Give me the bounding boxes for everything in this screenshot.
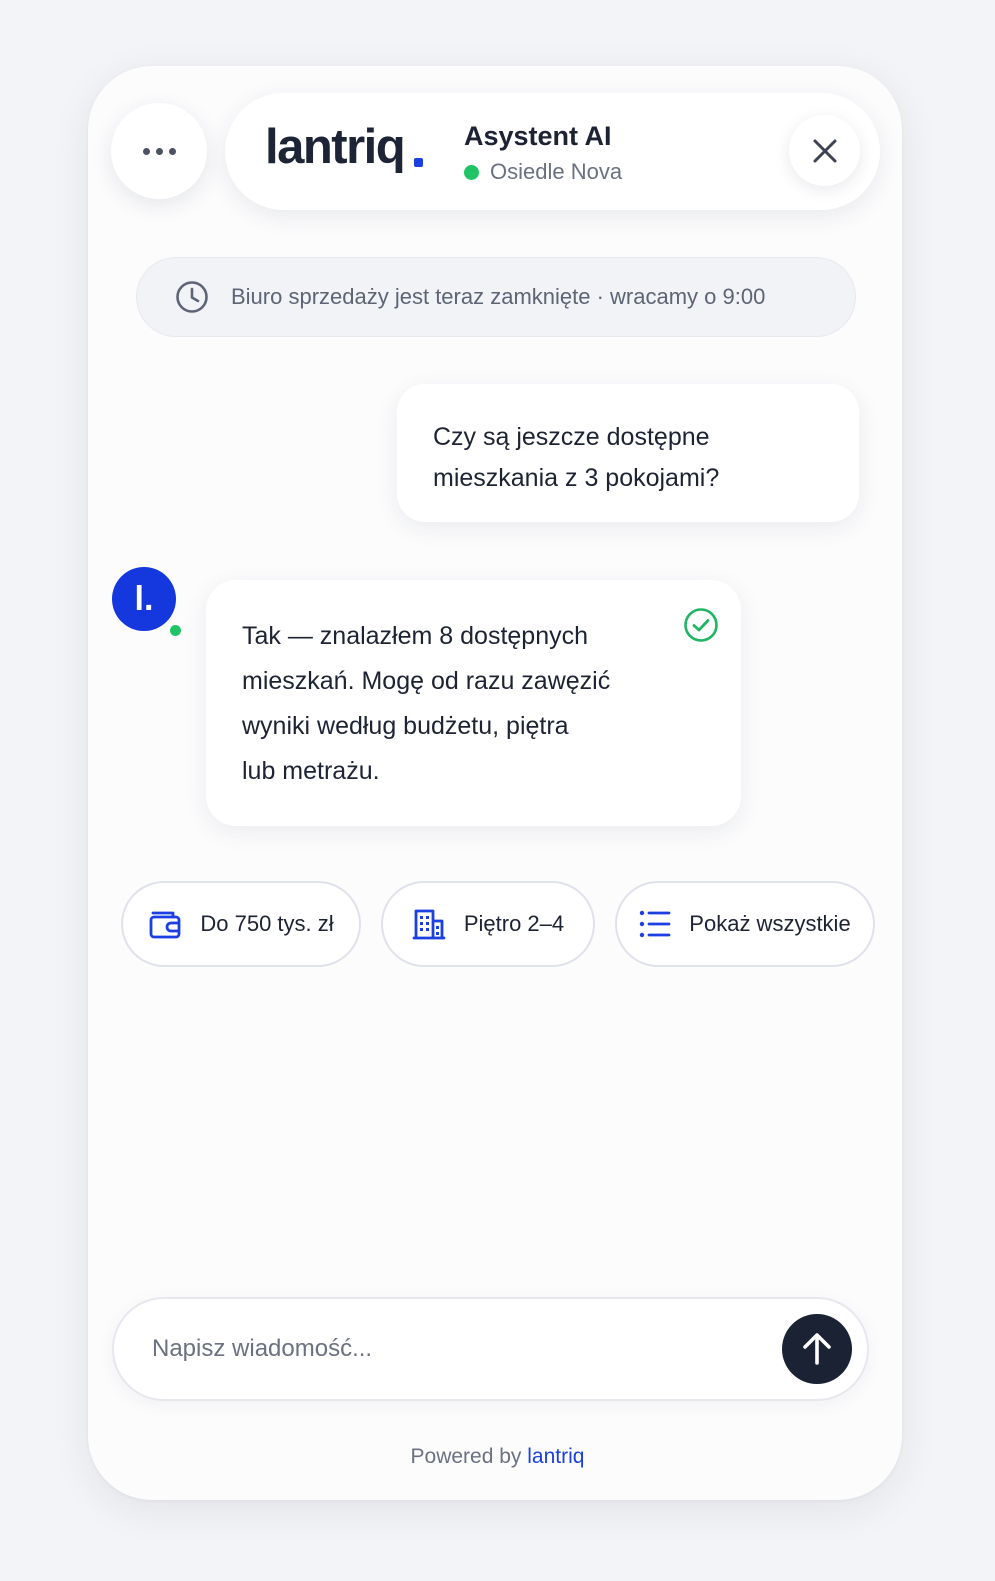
- user-message: Czy są jeszcze dostępne mieszkania z 3 p…: [397, 384, 859, 522]
- message-input[interactable]: [152, 1327, 712, 1371]
- message-line: Czy są jeszcze dostępne: [433, 423, 710, 451]
- list-icon: [640, 910, 671, 938]
- powered-by-brand-link[interactable]: lantriq: [527, 1445, 584, 1468]
- assistant-title: Asystent AI: [464, 121, 612, 151]
- notice-text: Biuro sprzedaży jest teraz zamknięte · w…: [231, 284, 766, 309]
- quick-reply-label: Pokaż wszystkie: [689, 911, 851, 936]
- project-name: Osiedle Nova: [490, 159, 623, 184]
- building-icon: [412, 909, 446, 940]
- wallet-icon: [149, 911, 181, 939]
- message-line: mieszkań. Mogę od razu zawęzić: [242, 667, 611, 695]
- message-line: Tak — znalazłem 8 dostępnych: [242, 622, 589, 650]
- quick-reply-label: Piętro 2–4: [463, 911, 565, 936]
- close-button[interactable]: [789, 115, 860, 186]
- assistant-avatar: l.: [112, 567, 176, 631]
- powered-by-text: Powered by: [410, 1445, 522, 1468]
- arrow-up-icon: [803, 1333, 831, 1365]
- online-status-icon: [464, 164, 479, 180]
- more-horizontal-icon: [142, 147, 150, 155]
- logo-dot: [414, 158, 423, 167]
- menu-dot: [168, 147, 176, 155]
- avatar-online-status: [168, 623, 183, 638]
- send-button[interactable]: [782, 1314, 852, 1384]
- assistant-message: Tak — znalazłem 8 dostępnych mieszkań. M…: [206, 580, 741, 826]
- chat-header: lantriq Asystent AI Osiedle Nova: [225, 93, 880, 210]
- clock-icon: [176, 281, 208, 313]
- message-line: mieszkania z 3 pokojami?: [433, 464, 720, 492]
- logo: lantriq: [265, 120, 406, 174]
- message-composer: [112, 1297, 869, 1401]
- assistant-subtitle: Osiedle Nova: [464, 159, 622, 185]
- quick-reply-budget[interactable]: Do 750 tys. zł: [121, 881, 361, 967]
- message-line: lub metrażu.: [242, 757, 380, 785]
- office-closed-notice: Biuro sprzedaży jest teraz zamknięte · w…: [136, 257, 856, 337]
- quick-reply-floor[interactable]: Piętro 2–4: [381, 881, 595, 967]
- quick-reply-label: Do 750 tys. zł: [200, 911, 334, 936]
- quick-reply-show-all[interactable]: Pokaż wszystkie: [615, 881, 875, 967]
- close-icon: [813, 139, 836, 162]
- menu-dot: [155, 147, 163, 155]
- message-line: wyniki według budżetu, piętra: [242, 712, 569, 740]
- powered-by-footer: Powered by lantriq: [0, 1445, 995, 1469]
- menu-button[interactable]: [111, 103, 207, 199]
- check-circle-icon: [684, 608, 718, 642]
